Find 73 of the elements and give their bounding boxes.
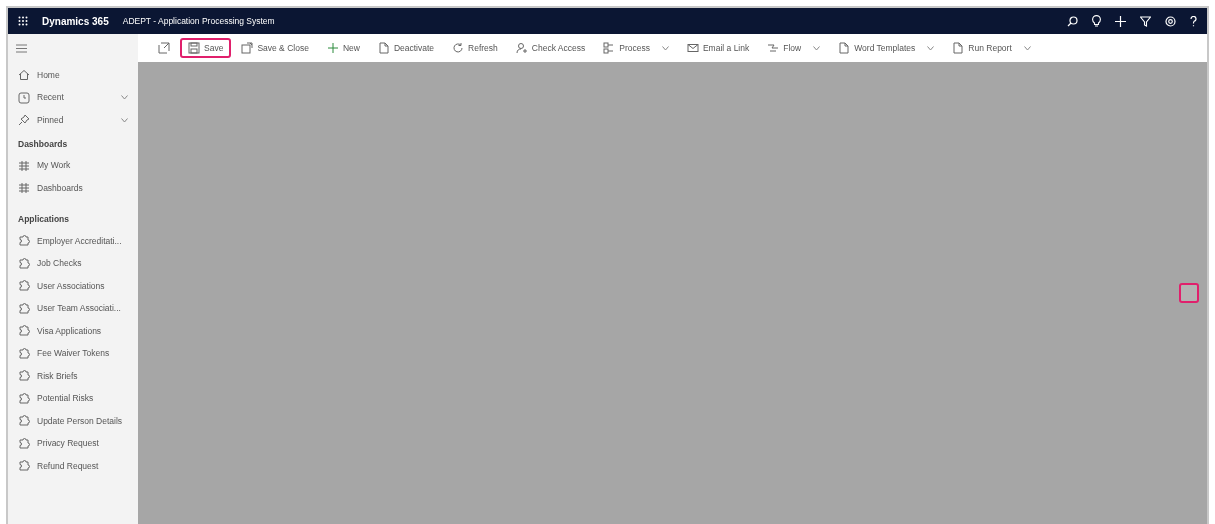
lightbulb-icon[interactable] <box>1092 15 1101 27</box>
chevron-icon <box>927 45 935 51</box>
command-button[interactable]: Email a Link <box>678 37 758 59</box>
command-button[interactable]: Refresh <box>444 37 506 59</box>
menu-icon[interactable] <box>16 43 27 53</box>
nav-item[interactable]: Potential Risks <box>8 387 138 410</box>
search-icon[interactable] <box>1067 15 1078 27</box>
command-button[interactable]: Flow <box>759 37 829 59</box>
nav-item[interactable]: Visa Applications <box>8 320 138 343</box>
dashboard-icon <box>18 182 30 194</box>
nav-item[interactable]: Job Checks <box>8 252 138 275</box>
command-button[interactable]: New <box>318 37 368 59</box>
settings-icon[interactable] <box>1165 15 1176 27</box>
puzzle-icon <box>18 325 30 338</box>
nav-item[interactable]: Update Person Details <box>8 410 138 433</box>
refresh-icon <box>452 42 465 54</box>
puzzle-icon <box>18 257 30 270</box>
chevron-icon <box>661 45 669 51</box>
command-button[interactable]: Process <box>595 37 677 59</box>
save-icon <box>188 42 200 54</box>
nav-item[interactable]: Pinned <box>8 109 138 132</box>
document-icon <box>838 42 851 54</box>
chevron-icon <box>1023 45 1031 51</box>
pin-icon <box>18 114 30 127</box>
nav-item[interactable]: User Associations <box>8 275 138 298</box>
dashboard-icon <box>18 159 30 172</box>
command-button[interactable]: Save & Close <box>233 37 317 59</box>
puzzle-icon <box>18 415 30 428</box>
puzzle-icon <box>18 437 30 450</box>
nav-item[interactable]: Recent <box>8 86 138 109</box>
nav-item[interactable]: Employer Accreditati... <box>8 230 138 253</box>
command-button[interactable]: Save <box>180 37 232 59</box>
document-icon <box>952 42 965 54</box>
filter-icon[interactable] <box>1140 15 1151 27</box>
puzzle-icon <box>18 370 30 383</box>
nav-item[interactable]: Fee Waiver Tokens <box>8 342 138 365</box>
open-record-icon[interactable] <box>158 42 170 54</box>
nav-item[interactable]: Refund Request <box>8 455 138 478</box>
nav-item[interactable]: Risk Briefs <box>8 365 138 388</box>
help-icon[interactable] <box>1190 15 1197 27</box>
command-button[interactable]: Word Templates <box>830 37 943 59</box>
puzzle-icon <box>18 392 30 405</box>
mail-icon <box>686 42 699 54</box>
puzzle-icon <box>18 302 30 315</box>
process-icon <box>603 42 616 54</box>
nav-item[interactable]: My Work <box>8 154 138 177</box>
clock-icon <box>18 91 30 104</box>
app-launcher-icon[interactable] <box>18 14 28 28</box>
puzzle-icon <box>18 460 30 473</box>
puzzle-icon <box>18 235 30 248</box>
plus-icon[interactable] <box>1115 15 1126 27</box>
home-icon <box>18 69 30 82</box>
person-key-icon <box>515 42 528 54</box>
puzzle-icon <box>18 347 30 360</box>
puzzle-icon <box>18 280 30 293</box>
app-name[interactable]: Dynamics 365 <box>42 13 109 29</box>
nav-item[interactable]: Home <box>8 64 138 87</box>
plus-icon <box>326 42 339 54</box>
chevron-icon <box>121 95 128 101</box>
nav-item[interactable]: Dashboards <box>8 176 138 200</box>
document-icon <box>377 42 390 54</box>
chevron-icon <box>813 45 821 51</box>
nav-item[interactable]: Privacy Request <box>8 432 138 455</box>
command-button[interactable]: Deactivate <box>369 37 443 59</box>
command-button[interactable]: Run Report <box>944 37 1039 59</box>
section-heading: Dashboards <box>17 137 69 151</box>
section-heading: Applications <box>17 213 70 227</box>
chevron-icon <box>121 117 128 123</box>
save-close-icon <box>241 42 254 54</box>
nav-item[interactable]: User Team Associati... <box>8 297 138 320</box>
command-button[interactable]: Check Access <box>507 37 594 59</box>
app-title: ADEPT - Application Processing System <box>122 14 275 28</box>
flow-icon <box>767 42 780 54</box>
